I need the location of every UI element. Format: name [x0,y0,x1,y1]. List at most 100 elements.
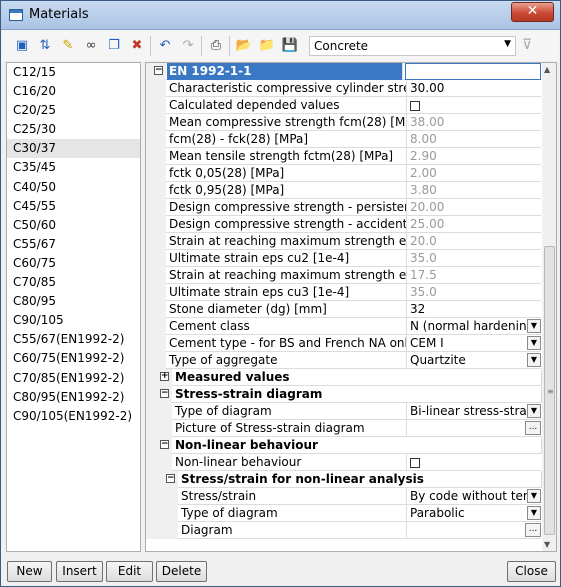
dropdown-arrow-icon[interactable]: ▼ [527,336,541,350]
collapse-icon[interactable]: − [166,474,175,483]
property-row[interactable]: Strain at reaching maximum strength eps … [146,267,541,284]
checkbox[interactable] [410,458,420,468]
property-value[interactable]: By code without tension ▼ [407,488,541,505]
new-material-icon[interactable]: ▣ [12,36,32,56]
property-row[interactable]: Cement type - for BS and French NA only C… [146,335,541,352]
property-row[interactable]: Strain at reaching maximum strength eps … [146,233,541,250]
filter-icon[interactable]: ⊽ [519,36,535,54]
material-list-item[interactable]: C12/15 [7,63,140,82]
material-list-item[interactable]: C70/85 [7,273,140,292]
property-row[interactable]: Cement classN (normal hardening - Cl▼ [146,318,541,335]
property-group-row[interactable]: − Stress/strain for non-linear analysis [146,471,542,488]
material-list-item[interactable]: C40/50 [7,178,140,197]
property-row[interactable]: Ultimate strain eps cu3 [1e-4] 35.0 [146,284,541,301]
material-list-item[interactable]: C35/45 [7,158,140,177]
property-value[interactable]: 35.0 [407,284,541,301]
property-value[interactable]: ... [407,522,541,539]
property-row[interactable]: Stone diameter (dg) [mm] 32 [146,301,541,318]
vertical-scrollbar[interactable]: ▲ ≡ ▼ [542,63,556,551]
material-list-item[interactable]: C25/30 [7,120,140,139]
collapse-icon[interactable]: − [160,389,169,398]
property-row[interactable]: fcm(28) - fck(28) [MPa] 8.00 [146,131,541,148]
material-list[interactable]: C12/15 C16/20 C20/25 C25/30 C30/37 C35/45 C40/… [6,62,141,552]
property-value[interactable]: 32 [407,301,541,318]
property-value[interactable]: 2.00 [407,165,541,182]
property-row[interactable]: Ultimate strain eps cu2 [1e-4] 35.0 [146,250,541,267]
material-list-item[interactable]: C60/75 [7,254,140,273]
folder-icon[interactable]: 📁 [257,36,277,56]
ellipsis-button[interactable]: ... [525,421,541,435]
property-row[interactable]: Non-linear behaviour [146,454,541,471]
property-group-row[interactable]: − EN 1992-1-1 [146,63,541,80]
delete-button[interactable]: Delete [156,561,207,582]
scroll-up-icon[interactable]: ▲ [544,65,550,74]
dropdown-arrow-icon[interactable]: ▼ [527,319,541,333]
property-value[interactable]: Bi-linear stress-strain diag▼ [407,403,541,420]
property-value[interactable]: Parabolic ▼ [407,505,541,522]
material-list-item[interactable]: C20/25 [7,101,140,120]
property-row[interactable]: fctk 0,95(28) [MPa] 3.80 [146,182,541,199]
property-group-row[interactable]: − Stress-strain diagram [146,386,542,403]
material-list-item[interactable]: C55/67 [7,235,140,254]
material-list-item[interactable]: C60/75(EN1992-2) [7,349,140,368]
edit-icon[interactable]: ⇅ [35,36,55,56]
property-value[interactable]: ... [407,420,541,437]
property-row[interactable]: Design compressive strength - persistent… [146,199,541,216]
ellipsis-button[interactable]: ... [525,523,541,537]
property-row[interactable]: Design compressive strength - accidental… [146,216,541,233]
dropdown-arrow-icon[interactable]: ▼ [527,404,541,418]
property-value[interactable]: 3.80 [407,182,541,199]
property-row[interactable]: Type of diagram Parabolic ▼ [146,505,541,522]
property-group-row[interactable]: − Non-linear behaviour [146,437,542,454]
close-button[interactable]: Close [507,561,556,582]
material-list-item[interactable]: C80/95(EN1992-2) [7,388,140,407]
material-list-item[interactable]: C80/95 [7,292,140,311]
property-value[interactable]: 20.00 [407,199,541,216]
material-list-item[interactable]: C90/105 [7,311,140,330]
property-value[interactable]: 2.90 [407,148,541,165]
pencil-icon[interactable]: ✎ [58,36,78,56]
open-folder-icon[interactable]: 📂 [234,36,254,56]
save-icon[interactable]: 💾 [280,36,300,56]
property-value[interactable]: CEM I ▼ [407,335,541,352]
collapse-icon[interactable]: − [154,66,163,75]
property-value[interactable]: 38.00 [407,114,541,131]
material-list-item[interactable]: C30/37 [7,139,140,159]
material-list-item[interactable]: C70/85(EN1992-2) [7,369,140,388]
property-value[interactable]: Quartzite ▼ [407,352,541,369]
delete-icon[interactable]: ✖ [127,36,147,56]
property-value[interactable]: 35.0 [407,250,541,267]
expand-icon[interactable]: + [160,372,169,381]
scroll-down-icon[interactable]: ▼ [544,540,550,549]
undo-icon[interactable]: ↶ [155,36,175,56]
material-list-item[interactable]: C16/20 [7,82,140,101]
property-value[interactable] [407,454,541,471]
property-row[interactable]: Type of diagramBi-linear stress-strain d… [146,403,541,420]
dropdown-arrow-icon[interactable]: ▼ [527,506,541,520]
property-row[interactable]: fctk 0,05(28) [MPa] 2.00 [146,165,541,182]
property-row[interactable]: Mean compressive strength fcm(28) [MPa] 3… [146,114,541,131]
property-row[interactable]: Calculated depended values [146,97,541,114]
property-value[interactable] [407,97,541,114]
property-row[interactable]: Diagram... [146,522,541,539]
property-row[interactable]: Characteristic compressive cylinder stre… [146,80,541,97]
property-row[interactable]: Mean tensile strength fctm(28) [MPa] 2.90 [146,148,541,165]
scrollbar-thumb[interactable]: ≡ [544,246,555,535]
material-list-item[interactable]: C90/105(EN1992-2) [7,407,140,426]
material-list-item[interactable]: C55/67(EN1992-2) [7,330,140,349]
copy-icon[interactable]: ❐ [104,36,124,56]
property-value[interactable]: 25.00 [407,216,541,233]
edit-button[interactable]: Edit [106,561,153,582]
property-row[interactable]: Picture of Stress-strain diagram... [146,420,541,437]
property-row[interactable]: Stress/strain By code without tension ▼ [146,488,541,505]
redo-icon[interactable]: ↷ [178,36,198,56]
new-button[interactable]: New [7,561,52,582]
property-value[interactable]: 30.00 [407,80,541,97]
print-icon[interactable]: ⎙ [206,36,226,56]
material-type-select[interactable]: Concrete ▼ [309,36,516,56]
window-close-button[interactable]: ✕ [511,2,554,22]
property-group-row[interactable]: + Measured values [146,369,542,386]
material-list-item[interactable]: C45/55 [7,197,140,216]
collapse-icon[interactable]: − [160,440,169,449]
checkbox[interactable] [410,101,420,111]
